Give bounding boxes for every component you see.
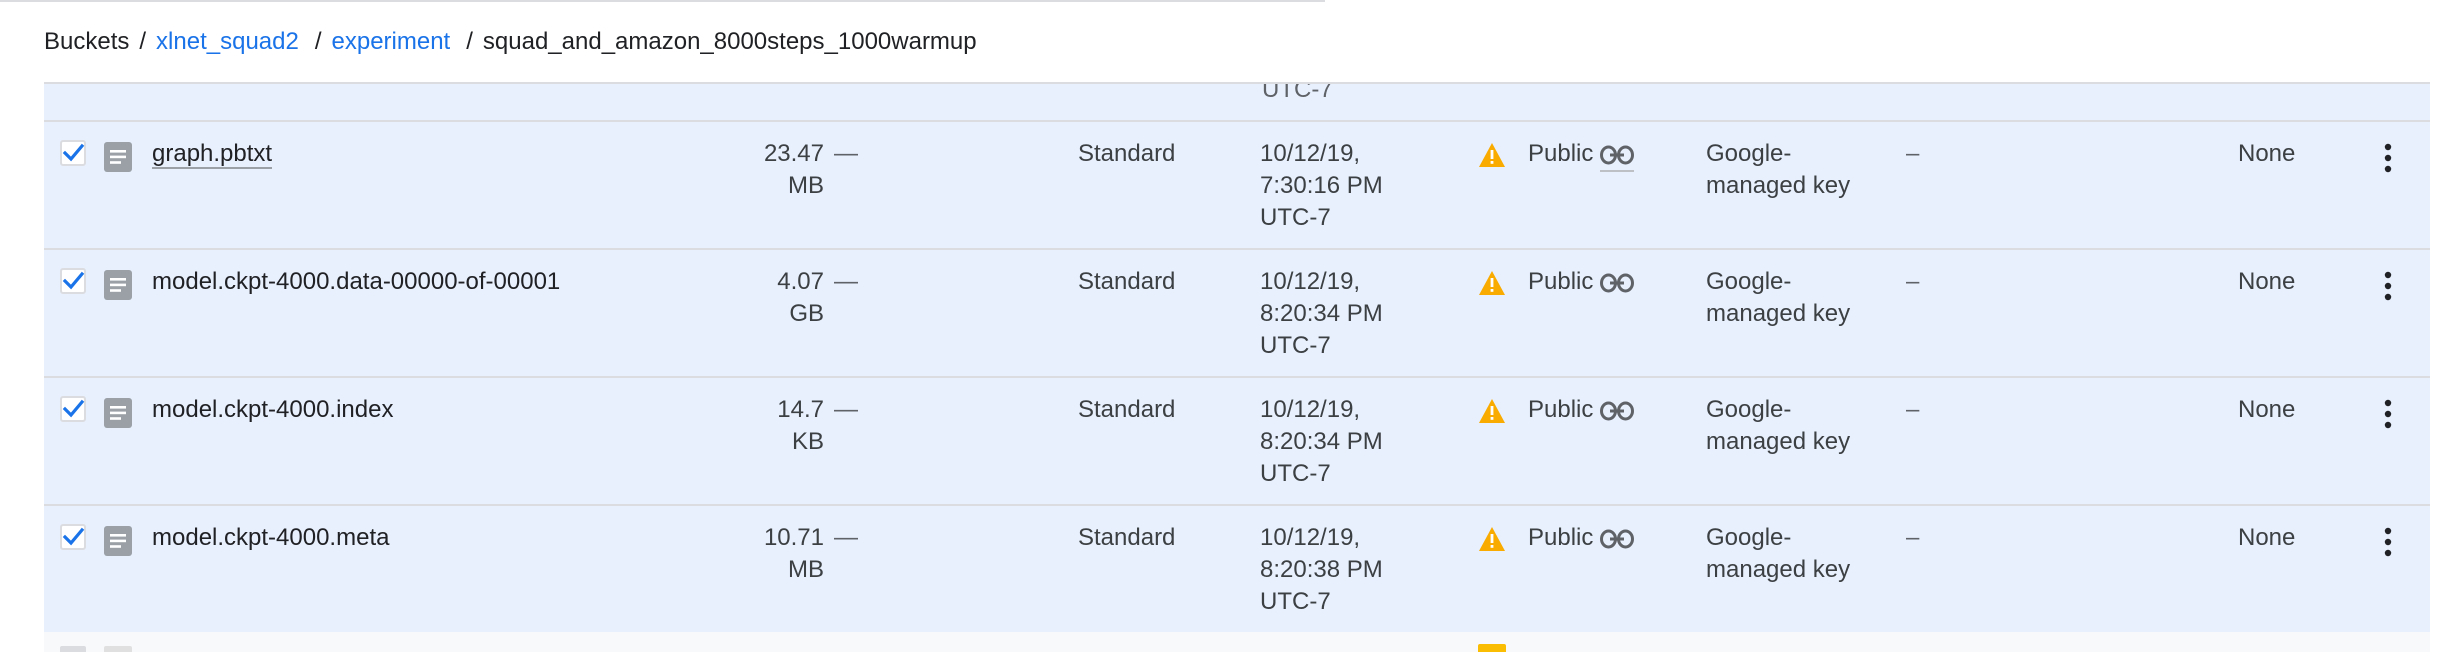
checkbox-checked-icon[interactable]	[60, 140, 86, 166]
object-lifecycle: None	[2238, 268, 2296, 295]
object-hold: –	[1906, 268, 1920, 295]
objects-table: UTC-7 graph.pbtxt 23.47 MB — Standard 10/…	[44, 84, 2430, 652]
table-row[interactable]: model.ckpt-4000.meta 10.71 MB — Standard …	[44, 506, 2430, 634]
breadcrumb: Buckets / xlnet_squad2 / experiment / sq…	[44, 26, 977, 58]
object-modified: 10/12/19, 8:20:34 PM UTC-7	[1260, 396, 1383, 487]
more-vert-icon[interactable]	[2382, 142, 2394, 174]
checkbox-icon	[60, 646, 86, 652]
object-hold: –	[1906, 140, 1920, 167]
more-vert-icon[interactable]	[2382, 270, 2394, 302]
object-access: Public	[1528, 396, 1594, 423]
warning-icon[interactable]	[1478, 398, 1506, 424]
link-icon[interactable]	[1600, 272, 1634, 298]
object-access: Public	[1528, 268, 1594, 295]
warning-icon[interactable]	[1478, 142, 1506, 168]
object-hold: –	[1906, 396, 1920, 423]
warning-icon[interactable]	[1478, 270, 1506, 296]
object-access: Public	[1528, 140, 1594, 167]
table-row[interactable]: model.ckpt-4000.index 14.7 KB — Standard …	[44, 378, 2430, 506]
object-retention: —	[834, 268, 858, 295]
object-encryption: Google-managed key	[1706, 268, 1851, 327]
file-icon	[104, 142, 132, 172]
object-encryption: Google-managed key	[1706, 140, 1851, 199]
checkbox-checked-icon[interactable]	[60, 524, 86, 550]
table-row[interactable]: graph.pbtxt 23.47 MB — Standard 10/12/19,…	[44, 122, 2430, 250]
more-vert-icon[interactable]	[2382, 398, 2394, 430]
object-size: 4.07 GB	[777, 268, 824, 327]
warning-icon	[1478, 644, 1506, 652]
link-icon[interactable]	[1600, 528, 1634, 554]
object-access: Public	[1528, 524, 1594, 551]
object-hold: –	[1906, 524, 1920, 551]
object-storage-class: Standard	[1078, 140, 1176, 167]
file-icon	[104, 646, 132, 652]
link-icon[interactable]	[1600, 144, 1634, 172]
object-lifecycle: None	[2238, 524, 2296, 551]
file-icon	[104, 398, 132, 428]
checkbox-checked-icon[interactable]	[60, 396, 86, 422]
breadcrumb-current: squad_and_amazon_8000steps_1000warmup	[482, 28, 977, 55]
object-size: 23.47 MB	[763, 140, 824, 199]
object-modified: 10/12/19, 8:20:34 PM UTC-7	[1260, 268, 1383, 359]
object-retention: —	[834, 140, 858, 167]
object-name-link[interactable]: model.ckpt-4000.index	[152, 394, 393, 426]
modified-timezone: UTC-7	[1262, 84, 1333, 103]
breadcrumb-separator: /	[314, 28, 322, 55]
warning-icon[interactable]	[1478, 526, 1506, 552]
object-storage-class: Standard	[1078, 396, 1176, 423]
object-retention: —	[834, 396, 858, 423]
object-modified: 10/12/19, 8:20:38 PM UTC-7	[1260, 524, 1383, 615]
object-lifecycle: None	[2238, 396, 2296, 423]
table-row-partial	[44, 632, 2430, 652]
file-icon	[104, 270, 132, 300]
table-row[interactable]: model.ckpt-4000.data-00000-of-00001 4.07…	[44, 250, 2430, 378]
object-size: 14.7 KB	[777, 396, 824, 455]
object-name-link[interactable]: model.ckpt-4000.meta	[152, 522, 389, 554]
table-row-partial: UTC-7	[44, 84, 2430, 122]
object-size: 10.71 MB	[763, 524, 824, 583]
link-icon[interactable]	[1600, 400, 1634, 426]
top-divider	[0, 0, 1325, 2]
object-retention: —	[834, 524, 858, 551]
breadcrumb-folder-link[interactable]: experiment	[332, 28, 451, 56]
object-modified: 10/12/19, 7:30:16 PM UTC-7	[1260, 140, 1383, 231]
object-storage-class: Standard	[1078, 268, 1176, 295]
object-name-link[interactable]: model.ckpt-4000.data-00000-of-00001	[152, 266, 560, 298]
file-icon	[104, 526, 132, 556]
breadcrumb-bucket-link[interactable]: xlnet_squad2	[156, 28, 299, 56]
object-encryption: Google-managed key	[1706, 524, 1851, 583]
breadcrumb-separator: /	[466, 28, 473, 55]
object-storage-class: Standard	[1078, 524, 1176, 551]
breadcrumb-separator: /	[139, 28, 147, 55]
object-name-link[interactable]: graph.pbtxt	[152, 138, 273, 170]
more-vert-icon[interactable]	[2382, 526, 2394, 558]
checkbox-checked-icon[interactable]	[60, 268, 86, 294]
object-encryption: Google-managed key	[1706, 396, 1851, 455]
breadcrumb-buckets[interactable]: Buckets	[44, 28, 129, 56]
object-lifecycle: None	[2238, 140, 2296, 167]
